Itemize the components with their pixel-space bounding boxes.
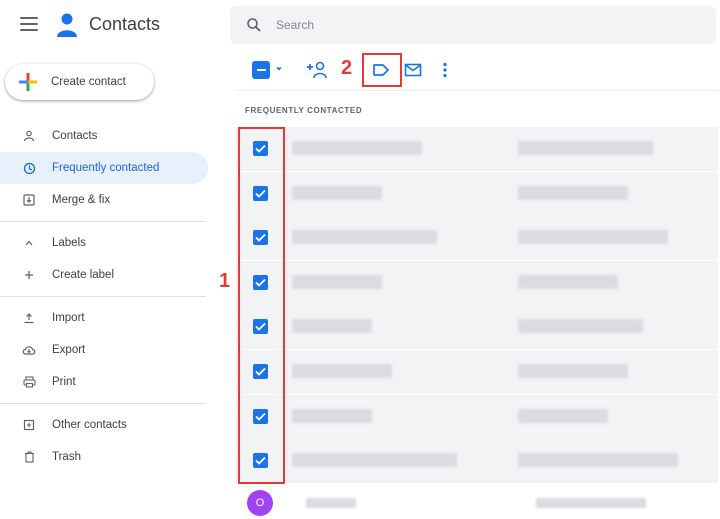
blurred-name — [292, 230, 437, 245]
avatar: O — [247, 490, 273, 516]
sidebar: Contacts Create contact Contacts Frequen… — [0, 0, 222, 519]
plus-colored-icon — [19, 73, 37, 91]
table-row[interactable] — [236, 305, 718, 350]
sidebar-item-create-label[interactable]: Create label — [0, 259, 208, 291]
printer-icon — [22, 375, 36, 389]
sidebar-item-label: Other contacts — [52, 419, 127, 431]
sidebar-item-export[interactable]: Export — [0, 334, 208, 366]
sidebar-item-label: Create label — [52, 269, 115, 281]
annotation-box-label-button — [362, 53, 402, 87]
sidebar-item-frequently-contacted[interactable]: Frequently contacted — [0, 152, 208, 184]
table-row[interactable]: O — [236, 484, 718, 519]
sidebar-item-label: Contacts — [52, 130, 98, 142]
divider — [0, 403, 206, 404]
trash-icon — [22, 450, 36, 464]
section-title: FREQUENTLY CONTACTED — [245, 106, 363, 115]
blurred-name — [292, 185, 382, 200]
more-vert-icon[interactable] — [441, 62, 449, 78]
blurred-name — [292, 453, 457, 468]
annotation-number-2: 2 — [341, 57, 353, 79]
annotation-box-checkboxes — [238, 127, 285, 484]
sidebar-item-label: Trash — [52, 451, 81, 463]
table-row[interactable] — [236, 350, 718, 394]
plus-icon — [22, 268, 36, 282]
table-row[interactable] — [236, 439, 718, 484]
blurred-email — [518, 274, 618, 289]
sidebar-item-merge-fix[interactable]: Merge & fix — [0, 184, 208, 216]
sidebar-item-label: Print — [52, 376, 76, 388]
sidebar-item-other-contacts[interactable]: Other contacts — [0, 409, 208, 441]
upload-icon — [22, 311, 36, 325]
sidebar-item-print[interactable]: Print — [0, 366, 208, 398]
contacts-logo-icon — [57, 13, 77, 37]
table-row[interactable] — [236, 260, 718, 305]
blurred-email — [518, 364, 628, 378]
blurred-email — [518, 319, 643, 334]
blurred-name — [292, 408, 372, 423]
person-icon — [22, 129, 36, 143]
cloud-download-icon — [22, 343, 36, 357]
select-all-checkbox-icon[interactable] — [252, 61, 270, 79]
blurred-email — [518, 141, 653, 155]
sidebar-item-label: Labels — [52, 237, 86, 249]
sidebar-item-trash[interactable]: Trash — [0, 441, 208, 473]
table-row[interactable] — [236, 127, 718, 171]
blurred-name — [292, 274, 382, 289]
search-icon[interactable] — [246, 17, 262, 33]
sidebar-item-label: Import — [52, 312, 85, 324]
sidebar-item-label: Export — [52, 344, 86, 356]
toolbar-divider — [236, 90, 718, 91]
sidebar-item-label: Frequently contacted — [52, 162, 160, 174]
table-row[interactable] — [236, 394, 718, 439]
sidebar-item-import[interactable]: Import — [0, 302, 208, 334]
chevron-down-icon[interactable] — [274, 64, 284, 74]
blurred-email — [518, 453, 678, 468]
create-contact-label: Create contact — [51, 76, 126, 88]
divider — [0, 221, 206, 222]
history-icon — [22, 161, 36, 175]
sidebar-item-label: Merge & fix — [52, 194, 111, 206]
blurred-name — [292, 319, 372, 334]
blurred-text — [536, 498, 646, 508]
search-bar — [230, 6, 716, 44]
table-row[interactable] — [236, 171, 718, 216]
blurred-email — [518, 185, 628, 200]
search-input[interactable] — [276, 18, 676, 32]
blurred-text — [306, 498, 356, 508]
email-icon[interactable] — [404, 63, 422, 77]
divider — [0, 296, 206, 297]
merge-icon — [22, 193, 36, 207]
chevron-up-icon — [22, 236, 36, 250]
blurred-email — [518, 408, 608, 423]
archive-icon — [22, 418, 36, 432]
blurred-name — [292, 141, 422, 155]
annotation-number-1: 1 — [219, 270, 231, 292]
table-row[interactable] — [236, 216, 718, 261]
app-title: Contacts — [89, 14, 161, 34]
blurred-email — [518, 230, 668, 245]
sidebar-item-contacts[interactable]: Contacts — [0, 120, 208, 152]
blurred-name — [292, 364, 392, 378]
main-menu-icon[interactable] — [20, 17, 38, 31]
sidebar-item-labels[interactable]: Labels — [0, 227, 208, 259]
create-contact-button[interactable]: Create contact — [5, 64, 154, 100]
add-to-contacts-icon[interactable] — [306, 61, 328, 79]
